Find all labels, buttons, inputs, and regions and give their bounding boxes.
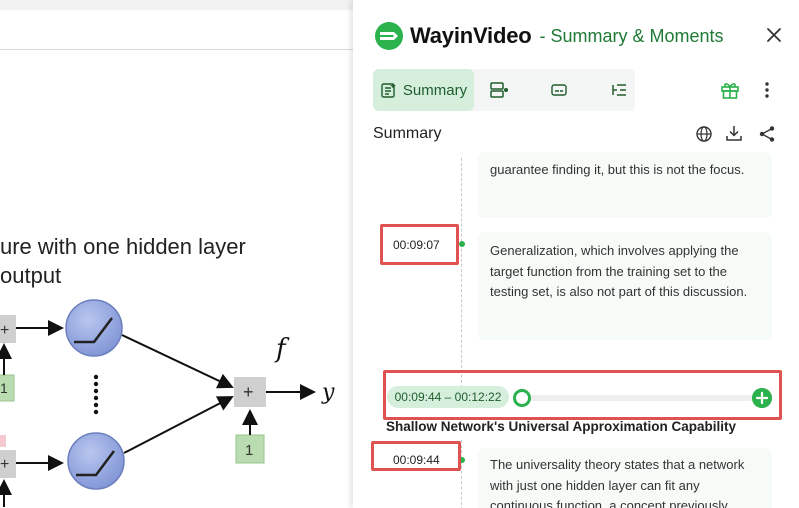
moments-icon: [490, 82, 508, 98]
highlight-box: [380, 224, 459, 265]
summary-item-card[interactable]: Generalization, which involves applying …: [478, 232, 772, 340]
brand-subtitle: - Summary & Moments: [539, 25, 724, 46]
more-options-icon[interactable]: [759, 80, 775, 100]
summary-item-text: The universality theory states that a ne…: [490, 457, 745, 508]
summary-item-card[interactable]: The universality theory states that a ne…: [478, 448, 772, 508]
bias-box-pink: [0, 435, 6, 447]
chapter-time-range[interactable]: 00:09:44 – 00:12:22: [387, 386, 509, 408]
download-icon[interactable]: [725, 124, 743, 142]
plus-sign: +: [243, 382, 254, 402]
tab-summary-label: Summary: [402, 81, 468, 99]
function-label: f: [274, 334, 290, 364]
section-title: Summary: [373, 125, 442, 142]
close-icon[interactable]: [763, 24, 785, 46]
output-label: y: [321, 380, 335, 405]
subtitles-icon: [551, 84, 567, 96]
summary-panel: WayinVideo - Summary & Moments Summary S…: [353, 0, 799, 508]
globe-icon[interactable]: [695, 125, 713, 143]
browser-top-strip: [0, 0, 353, 10]
brand-header: WayinVideo - Summary & Moments: [374, 20, 724, 52]
browser-address-area[interactable]: [0, 11, 353, 50]
tab-outline[interactable]: [599, 69, 639, 111]
bias-label: 1: [0, 380, 8, 396]
add-button[interactable]: [752, 388, 772, 408]
wayinvideo-logo-icon: [375, 22, 403, 50]
chapter-progress-track[interactable]: [515, 395, 753, 401]
timeline-dot: [459, 241, 465, 247]
tab-summary[interactable]: Summary: [373, 69, 474, 111]
summary-item-text: Generalization, which involves applying …: [490, 243, 748, 299]
progress-handle[interactable]: [513, 389, 531, 407]
outline-list-icon: [612, 84, 626, 96]
network-diagram: + + 1 + f y 1: [0, 299, 335, 507]
tab-transcript[interactable]: [539, 69, 579, 111]
gift-icon[interactable]: [720, 80, 740, 100]
plus-sign: +: [0, 322, 9, 339]
timeline-line: [461, 440, 462, 508]
tab-moments[interactable]: [479, 69, 519, 111]
summary-item-text: guarantee finding it, but this is not th…: [490, 162, 745, 177]
brand-name: WayinVideo: [410, 23, 532, 48]
slide-title-line-1: ure with one hidden layer: [0, 234, 246, 259]
highlight-box: [371, 441, 461, 471]
summary-icon: [381, 82, 396, 98]
slide-area: ure with one hidden layer output + + 1 +…: [0, 0, 353, 508]
bias-label: 1: [245, 442, 253, 459]
summary-item-card[interactable]: guarantee finding it, but this is not th…: [478, 152, 772, 218]
hidden-neuron-top: [65, 299, 123, 357]
plus-sign: +: [0, 456, 9, 473]
chapter-title: Shallow Network's Universal Approximatio…: [386, 419, 737, 434]
hidden-neuron-bottom: [67, 432, 125, 490]
timeline-line: [461, 158, 462, 388]
view-tabs: Summary: [373, 69, 635, 111]
share-icon[interactable]: [758, 125, 776, 143]
ellipsis-dots: [93, 374, 99, 415]
